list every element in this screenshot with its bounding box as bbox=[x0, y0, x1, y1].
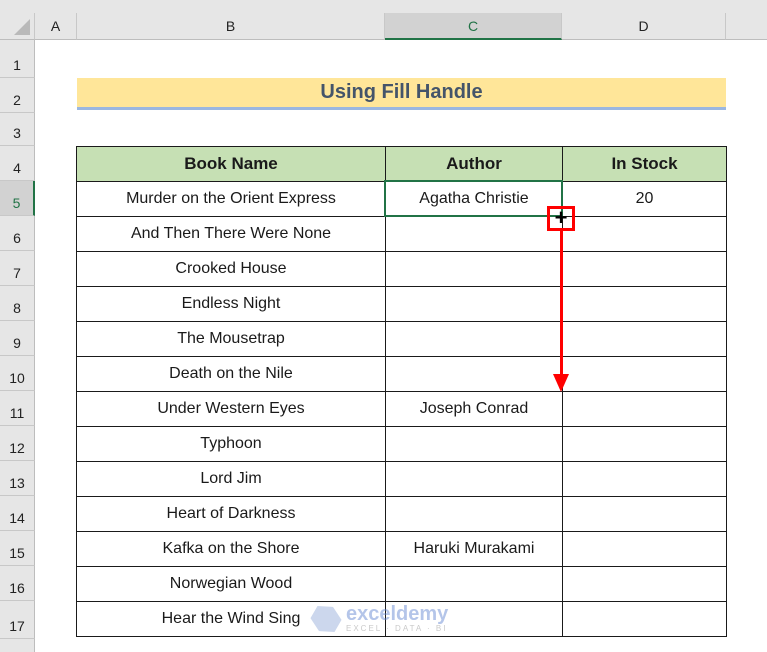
in-stock-cell[interactable] bbox=[562, 286, 727, 322]
row-header-12[interactable]: 12 bbox=[0, 426, 35, 461]
table-row: And Then There Were None bbox=[76, 216, 727, 252]
author-cell[interactable] bbox=[385, 286, 563, 322]
book-name-cell[interactable]: Under Western Eyes bbox=[76, 391, 386, 427]
table-row: Murder on the Orient Express Agatha Chris… bbox=[76, 181, 727, 217]
row-header-11[interactable]: 11 bbox=[0, 391, 35, 426]
row-header-5[interactable]: 5 bbox=[0, 181, 35, 216]
table-row: Kafka on the Shore Haruki Murakami bbox=[76, 531, 727, 567]
book-name-cell[interactable]: Death on the Nile bbox=[76, 356, 386, 392]
row-header-15[interactable]: 15 bbox=[0, 531, 35, 566]
table-row: Norwegian Wood bbox=[76, 566, 727, 602]
arrow-down-icon bbox=[553, 374, 569, 392]
row-header-10[interactable]: 10 bbox=[0, 356, 35, 391]
book-name-cell[interactable]: The Mousetrap bbox=[76, 321, 386, 357]
drag-arrow-line bbox=[560, 231, 563, 376]
author-cell[interactable] bbox=[385, 321, 563, 357]
books-table: Book Name Author In Stock Murder on the … bbox=[76, 146, 727, 637]
in-stock-cell[interactable] bbox=[562, 531, 727, 567]
row-header-7[interactable]: 7 bbox=[0, 251, 35, 286]
header-author[interactable]: Author bbox=[385, 146, 563, 182]
book-name-cell[interactable]: Crooked House bbox=[76, 251, 386, 287]
book-name-cell[interactable]: Murder on the Orient Express bbox=[76, 181, 386, 217]
in-stock-cell[interactable] bbox=[562, 461, 727, 497]
in-stock-cell[interactable]: 20 bbox=[562, 181, 727, 217]
table-row: Lord Jim bbox=[76, 461, 727, 497]
watermark-brand: exceldemy bbox=[346, 603, 449, 625]
table-row: The Mousetrap bbox=[76, 321, 727, 357]
in-stock-cell[interactable] bbox=[562, 496, 727, 532]
column-header-c[interactable]: C bbox=[385, 13, 562, 40]
book-name-cell[interactable]: And Then There Were None bbox=[76, 216, 386, 252]
select-all-triangle-icon bbox=[14, 19, 30, 35]
book-name-cell[interactable]: Endless Night bbox=[76, 286, 386, 322]
author-cell[interactable] bbox=[385, 496, 563, 532]
row-header-6[interactable]: 6 bbox=[0, 216, 35, 251]
sheet-title[interactable]: Using Fill Handle bbox=[77, 78, 726, 110]
row-header-2[interactable]: 2 bbox=[0, 78, 35, 113]
plus-crosshair-icon: + bbox=[554, 205, 568, 230]
book-name-cell[interactable]: Norwegian Wood bbox=[76, 566, 386, 602]
author-cell[interactable]: Agatha Christie bbox=[385, 181, 563, 217]
row-header-16[interactable]: 16 bbox=[0, 566, 35, 601]
author-cell[interactable]: Haruki Murakami bbox=[385, 531, 563, 567]
watermark: exceldemy EXCEL · DATA · BI bbox=[312, 604, 448, 633]
author-cell[interactable] bbox=[385, 216, 563, 252]
book-name-cell[interactable]: Kafka on the Shore bbox=[76, 531, 386, 567]
author-cell[interactable] bbox=[385, 251, 563, 287]
in-stock-cell[interactable] bbox=[562, 216, 727, 252]
column-header-a[interactable]: A bbox=[35, 13, 77, 40]
fill-handle-highlight[interactable]: + bbox=[547, 205, 575, 231]
header-book-name[interactable]: Book Name bbox=[76, 146, 386, 182]
row-header-4[interactable]: 4 bbox=[0, 146, 35, 181]
table-row: Death on the Nile bbox=[76, 356, 727, 392]
select-all-button[interactable] bbox=[0, 13, 35, 40]
row-header-17[interactable]: 17 bbox=[0, 601, 35, 639]
table-row: Under Western Eyes Joseph Conrad bbox=[76, 391, 727, 427]
book-name-cell[interactable]: Heart of Darkness bbox=[76, 496, 386, 532]
in-stock-cell[interactable] bbox=[562, 251, 727, 287]
book-name-cell[interactable]: Lord Jim bbox=[76, 461, 386, 497]
in-stock-cell[interactable] bbox=[562, 426, 727, 462]
watermark-tagline: EXCEL · DATA · BI bbox=[346, 624, 448, 633]
table-header-row: Book Name Author In Stock bbox=[76, 146, 727, 182]
row-header-18[interactable] bbox=[0, 639, 35, 652]
row-header-14[interactable]: 14 bbox=[0, 496, 35, 531]
column-header-e[interactable] bbox=[726, 13, 767, 40]
book-name-cell[interactable]: Typhoon bbox=[76, 426, 386, 462]
row-header-8[interactable]: 8 bbox=[0, 286, 35, 321]
row-header-1[interactable]: 1 bbox=[0, 40, 35, 78]
row-header-13[interactable]: 13 bbox=[0, 461, 35, 496]
exceldemy-logo-icon bbox=[307, 599, 345, 637]
author-cell[interactable] bbox=[385, 566, 563, 602]
in-stock-cell[interactable] bbox=[562, 356, 727, 392]
table-row: Typhoon bbox=[76, 426, 727, 462]
in-stock-cell[interactable] bbox=[562, 321, 727, 357]
column-header-b[interactable]: B bbox=[77, 13, 385, 40]
table-row: Endless Night bbox=[76, 286, 727, 322]
header-in-stock[interactable]: In Stock bbox=[562, 146, 727, 182]
table-row: Crooked House bbox=[76, 251, 727, 287]
column-header-d[interactable]: D bbox=[562, 13, 726, 40]
in-stock-cell[interactable] bbox=[562, 566, 727, 602]
in-stock-cell[interactable] bbox=[562, 601, 727, 637]
in-stock-cell[interactable] bbox=[562, 391, 727, 427]
author-cell[interactable] bbox=[385, 461, 563, 497]
author-cell[interactable] bbox=[385, 356, 563, 392]
table-row: Heart of Darkness bbox=[76, 496, 727, 532]
row-header-3[interactable]: 3 bbox=[0, 113, 35, 146]
ribbon-edge bbox=[0, 0, 767, 13]
author-cell[interactable] bbox=[385, 426, 563, 462]
row-header-9[interactable]: 9 bbox=[0, 321, 35, 356]
author-cell[interactable]: Joseph Conrad bbox=[385, 391, 563, 427]
